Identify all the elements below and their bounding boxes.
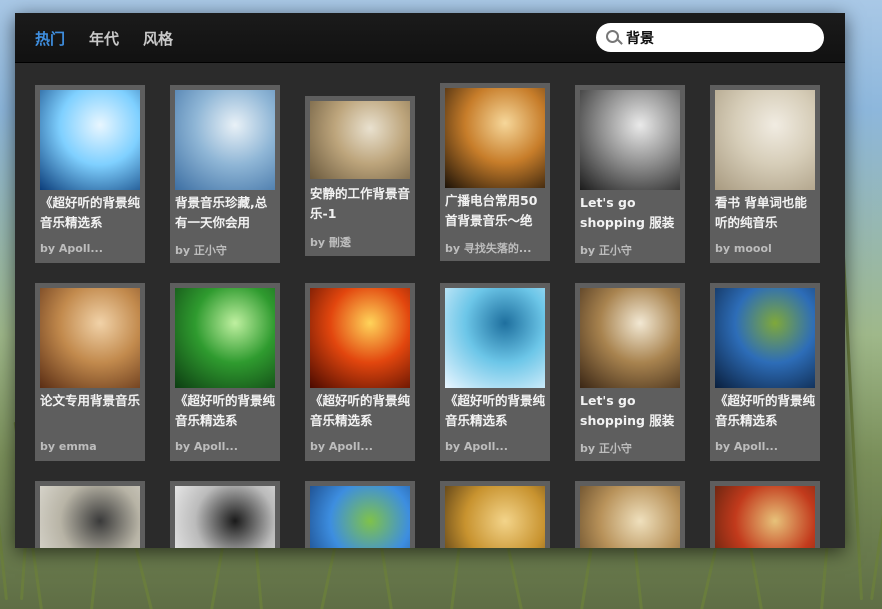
search-input[interactable]: [624, 27, 818, 49]
playlist-cover-fantasy-warrior: [445, 486, 545, 548]
playlist-cover-sunset-cliff: [445, 88, 545, 188]
playlist-title: 论文专用背景音乐: [40, 393, 140, 408]
playlist-cover-hand-on-blocks: [310, 101, 410, 179]
playlist-cover-reading-girl: [715, 90, 815, 190]
playlist-author: by Apoll...: [715, 440, 778, 453]
playlist-cover-moon-leaves: [310, 486, 410, 548]
playlist-card[interactable]: [170, 481, 280, 548]
playlist-author: by emma: [40, 440, 97, 453]
playlist-title: 看书 背单词也能听的纯音乐: [715, 195, 807, 230]
playlist-title: Let's go shopping 服装: [580, 195, 675, 230]
playlist-title: 安静的工作背景音乐-1: [310, 186, 410, 221]
playlist-card[interactable]: 《超好听的背景纯音乐精选系 by Apoll...: [710, 283, 820, 461]
playlist-card[interactable]: Let's go shopping 服装 by 正小守: [575, 85, 685, 263]
playlist-grid: 《超好听的背景纯音乐精选系 by Apoll... 背景音乐珍藏,总有一天你会用 by…: [15, 63, 845, 548]
playlist-card[interactable]: [440, 481, 550, 548]
playlist-card[interactable]: 《超好听的背景纯音乐精选系 by Apoll...: [35, 85, 145, 263]
playlist-author: by 正小守: [580, 244, 632, 257]
playlist-card[interactable]: 背景音乐珍藏,总有一天你会用 by 正小守: [170, 85, 280, 263]
search-icon: [606, 30, 619, 43]
playlist-cover-anime-girl: [445, 288, 545, 388]
playlist-card[interactable]: 《超好听的背景纯音乐精选系 by Apoll...: [440, 283, 550, 461]
playlist-cover-sheet-music: [580, 486, 680, 548]
playlist-cover-rider-silhouette: [40, 486, 140, 548]
playlist-title: 《超好听的背景纯音乐精选系: [40, 195, 140, 230]
playlist-cover-collage: [715, 486, 815, 548]
playlist-cover-fire-phoenix: [310, 288, 410, 388]
grass-blade: [870, 183, 882, 601]
playlist-card[interactable]: 安静的工作背景音乐-1 by 刪逶: [305, 96, 415, 256]
music-browser-window: 热门 年代 风格 《超好听的背景纯音乐精选系 by Apoll... 背景音乐珍藏,…: [15, 13, 845, 548]
playlist-title: 《超好听的背景纯音乐精选系: [175, 393, 275, 428]
playlist-card[interactable]: 看书 背单词也能听的纯音乐 by moool: [710, 85, 820, 263]
playlist-title: 《超好听的背景纯音乐精选系: [715, 393, 815, 428]
playlist-title: 广播电台常用50首背景音乐～绝: [445, 193, 538, 228]
playlist-author: by Apoll...: [175, 440, 238, 453]
playlist-author: by Apoll...: [310, 440, 373, 453]
playlist-author: by 刪逶: [310, 236, 351, 249]
playlist-cover-street-cafe: [580, 288, 680, 388]
playlist-card[interactable]: [35, 481, 145, 548]
playlist-card[interactable]: 论文专用背景音乐 by emma: [35, 283, 145, 461]
playlist-cover-portrait: [175, 486, 275, 548]
playlist-card[interactable]: 《超好听的背景纯音乐精选系 by Apoll...: [170, 283, 280, 461]
playlist-cover-shop-front: [580, 90, 680, 190]
playlist-cover-arcade-hall: [40, 288, 140, 388]
playlist-card[interactable]: Let's go shopping 服装 by 正小守: [575, 283, 685, 461]
playlist-card[interactable]: 广播电台常用50首背景音乐～绝 by 寻找失落的...: [440, 83, 550, 261]
playlist-cover-snowflakes: [175, 90, 275, 190]
tab-hot[interactable]: 热门: [35, 28, 65, 49]
playlist-title: Let's go shopping 服装: [580, 393, 675, 428]
playlist-title: 背景音乐珍藏,总有一天你会用: [175, 195, 268, 230]
playlist-author: by 寻找失落的...: [445, 242, 532, 255]
playlist-cover-winter-piano-stairs: [40, 90, 140, 190]
grass-blade: [0, 301, 8, 601]
tab-decade[interactable]: 年代: [89, 28, 119, 49]
toolbar: 热门 年代 风格: [15, 13, 845, 63]
playlist-author: by 正小守: [580, 442, 632, 455]
search-box: [596, 23, 824, 52]
playlist-card[interactable]: [710, 481, 820, 548]
tab-genre[interactable]: 风格: [143, 28, 173, 49]
playlist-cover-storm-field: [715, 288, 815, 388]
playlist-author: by 正小守: [175, 244, 227, 257]
playlist-card[interactable]: [575, 481, 685, 548]
playlist-author: by moool: [715, 242, 772, 255]
playlist-author: by Apoll...: [445, 440, 508, 453]
playlist-title: 《超好听的背景纯音乐精选系: [310, 393, 410, 428]
playlist-author: by Apoll...: [40, 242, 103, 255]
playlist-card[interactable]: [305, 481, 415, 548]
playlist-card[interactable]: 《超好听的背景纯音乐精选系 by Apoll...: [305, 283, 415, 461]
playlist-cover-bamboo-forest: [175, 288, 275, 388]
category-tabs: 热门 年代 风格: [35, 28, 173, 49]
playlist-title: 《超好听的背景纯音乐精选系: [445, 393, 545, 428]
